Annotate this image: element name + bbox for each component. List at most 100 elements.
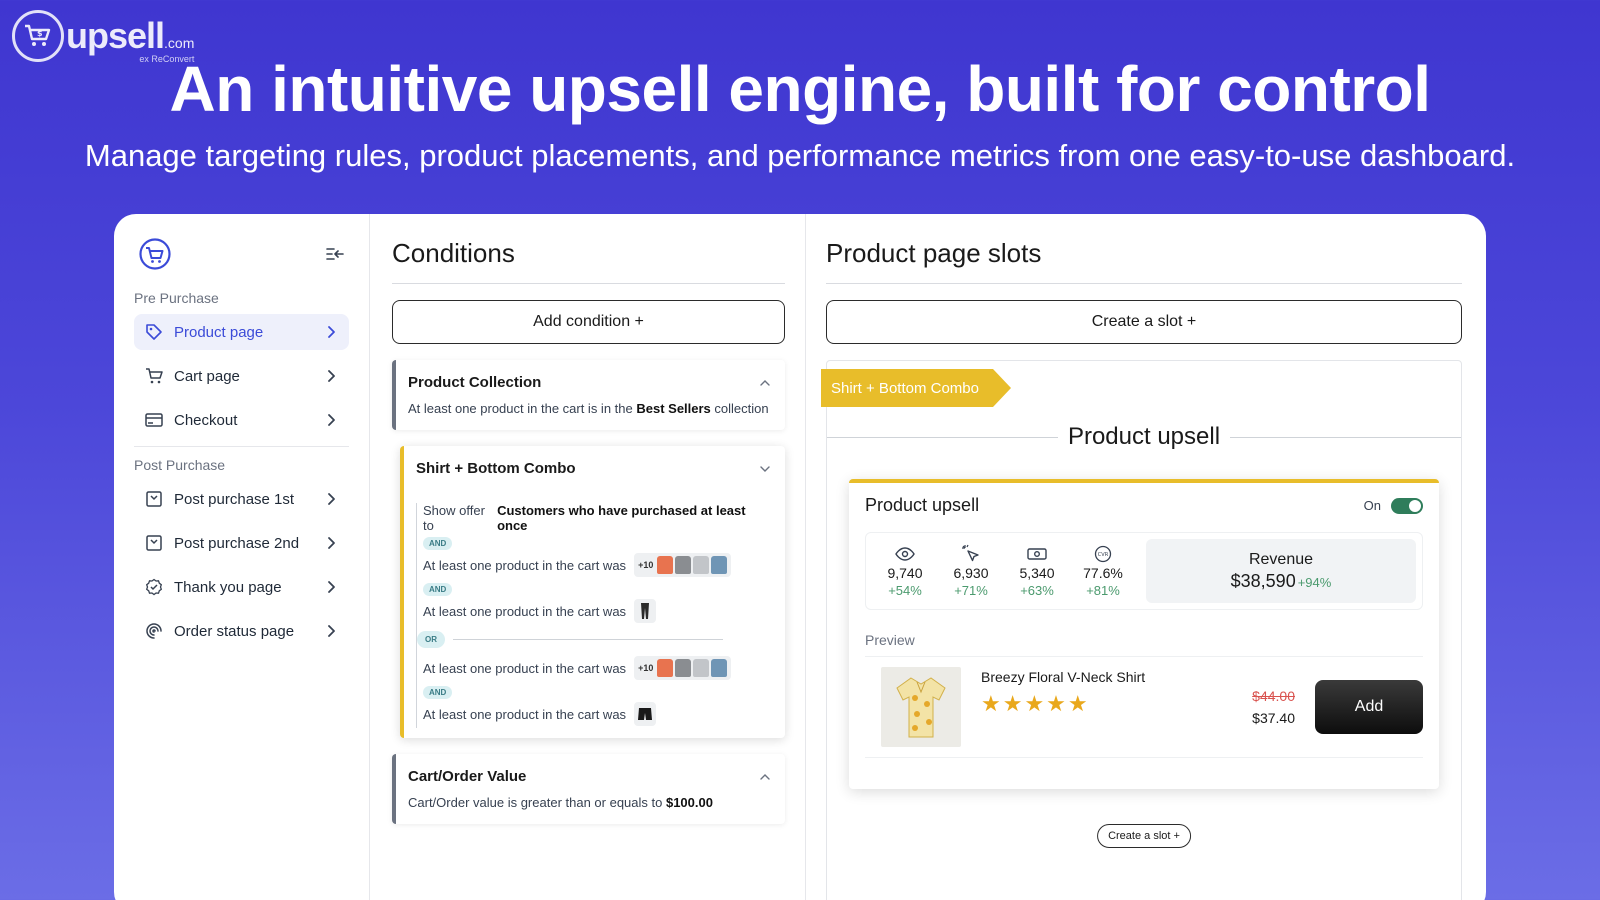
chevron-up-icon[interactable] [759,768,771,785]
section-post-purchase: Post Purchase [134,457,226,473]
dashboard-panel: Pre Purchase Product page Cart page Chec… [114,214,1486,900]
condition-title: Product Collection [408,374,542,391]
tshirt-icon [711,556,728,574]
sidebar-item-thank-you-page[interactable]: Thank you page [134,569,349,605]
star-rating-icon: ★★★★★ [981,691,1090,716]
cart-rule: At least one product in the cart was [423,597,771,625]
svg-text:$: $ [37,29,43,38]
condition-title: Shirt + Bottom Combo [416,460,576,477]
product-image [881,667,961,747]
chevron-right-icon [325,536,339,550]
product-thumbnails: +10 [634,553,732,577]
shorts-icon [634,702,657,726]
chevron-right-icon [325,580,339,594]
tshirt-icon [657,556,674,574]
sidebar-item-post-purchase-2nd[interactable]: Post purchase 2nd [134,525,349,561]
sidebar: Pre Purchase Product page Cart page Chec… [114,214,370,900]
original-price: $44.00 [1252,688,1295,704]
chevron-right-icon [325,413,339,427]
and-tag: AND [423,537,453,550]
slots-title: Product page slots [826,238,1462,284]
cart-rule: At least one product in the cart was [423,700,771,728]
app-logo-icon[interactable] [138,237,172,276]
condition-description: At least one product in the cart is in t… [408,401,769,416]
chevron-right-icon [325,325,339,339]
offer-rule: Show offer to Customers who have purchas… [423,503,746,533]
metric-cvr: CVR 77.6% +81% [1070,545,1136,598]
metric-views: 9,740 +54% [872,545,938,598]
condition-card-cart-order-value[interactable]: Cart/Order Value Cart/Order value is gre… [392,754,785,824]
cart-rule: At least one product in the cart was +10 [423,654,771,682]
collapse-sidebar-icon[interactable] [325,246,345,267]
sidebar-item-label: Checkout [174,411,238,429]
sidebar-item-order-status-page[interactable]: Order status page [134,613,349,649]
sidebar-item-post-purchase-1st[interactable]: Post purchase 1st [134,481,349,517]
section-title: Product upsell [1067,423,1221,450]
and-tag: AND [423,583,453,596]
sidebar-item-checkout[interactable]: Checkout [134,402,349,438]
add-condition-button[interactable]: Add condition + [392,300,785,344]
sidebar-divider [134,446,349,447]
cart-icon [144,366,164,386]
sidebar-item-cart-page[interactable]: Cart page [134,358,349,394]
card-icon [144,410,164,430]
tshirt-icon [693,659,710,677]
badge-check-icon [144,577,164,597]
cursor-click-icon [938,544,1004,563]
slot-container: Shirt + Bottom Combo Product upsell Prod… [821,360,1462,900]
chevron-up-icon[interactable] [759,374,771,391]
add-button[interactable]: Add [1315,680,1423,734]
create-slot-small-button[interactable]: Create a slot + [1097,824,1191,848]
sidebar-item-label: Post purchase 2nd [174,534,300,552]
spiral-icon [144,621,164,641]
sidebar-item-label: Post purchase 1st [174,490,295,508]
or-divider: OR [417,631,771,648]
upsell-name: Product upsell [865,495,980,515]
chevron-down-icon[interactable] [759,460,771,477]
chevron-right-icon [325,624,339,638]
section-pre-purchase: Pre Purchase [134,290,219,306]
revenue-value: $38,590 +94% [1230,570,1332,591]
metric-clicks: 6,930 +71% [938,544,1004,598]
metric-purchases: 5,340 +63% [1004,545,1070,598]
product-preview-row: Breezy Floral V-Neck Shirt ★★★★★ $44.00 … [865,657,1423,758]
create-slot-button[interactable]: Create a slot + [826,300,1462,344]
window-icon [144,533,164,553]
preview-label: Preview [865,632,1423,657]
condition-title: Cart/Order Value [408,768,527,785]
metrics-row: 9,740 +54% 6,930 +71% 5,340 +63% CVR 77.… [865,532,1423,610]
product-thumbnails: +10 [634,656,732,680]
slots-column: Product page slots Create a slot + Shirt… [806,214,1486,900]
on-off-toggle[interactable] [1391,497,1423,514]
tag-icon [144,322,164,342]
condition-description: Cart/Order value is greater than or equa… [408,795,713,810]
svg-text:CVR: CVR [1098,552,1109,558]
rule-block: Show offer to Customers who have purchas… [416,503,771,728]
tshirt-icon [693,556,710,574]
condition-card-shirt-bottom-combo[interactable]: Shirt + Bottom Combo Show offer to Custo… [400,446,785,738]
pants-icon [634,599,657,623]
cvr-icon: CVR [1070,545,1136,563]
slot-ribbon: Shirt + Bottom Combo [821,369,1011,407]
condition-card-product-collection[interactable]: Product Collection At least one product … [392,360,785,430]
hero-headline: An intuitive upsell engine, built for co… [169,53,1431,125]
tshirt-icon [711,659,728,677]
sidebar-item-label: Cart page [174,367,240,385]
chevron-right-icon [325,369,339,383]
sidebar-item-product-page[interactable]: Product page [134,314,349,350]
tshirt-icon [675,659,692,677]
section-heading: Product upsell [827,423,1461,451]
sidebar-item-label: Thank you page [174,578,282,596]
sidebar-item-label: Order status page [174,622,295,640]
cart-rule: At least one product in the cart was +10 [423,551,771,579]
upsell-card[interactable]: Product upsell On 9,740 +54% 6,930 +71% … [849,479,1439,789]
and-tag: AND [423,686,453,699]
tshirt-icon [657,659,674,677]
eye-icon [872,545,938,563]
product-name: Breezy Floral V-Neck Shirt [981,669,1146,685]
chevron-right-icon [325,492,339,506]
tshirt-icon [675,556,692,574]
conditions-title: Conditions [392,238,785,284]
toggle-label: On [1363,498,1381,513]
sidebar-item-label: Product page [174,323,264,341]
